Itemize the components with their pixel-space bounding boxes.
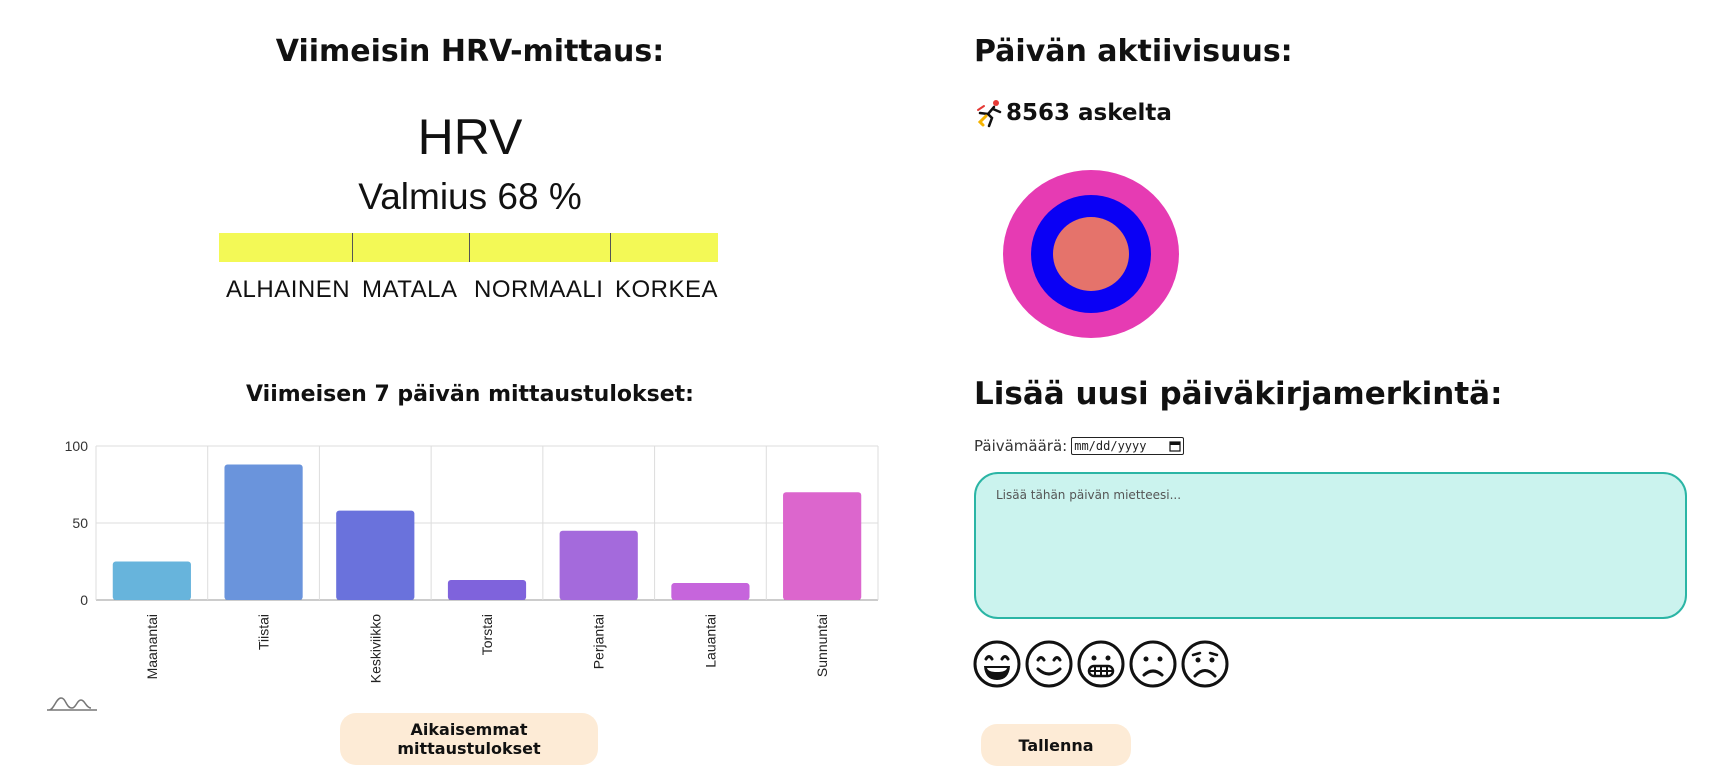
x-tick-label: Torstai	[479, 614, 495, 655]
level-divider	[352, 233, 353, 262]
save-button[interactable]: Tallenna	[981, 724, 1131, 766]
readiness-value: Valmius 68 %	[358, 176, 582, 217]
bar-chart: 0 50 100 Maanantai Tiistai Keskiviikko Torstai…	[65, 438, 879, 683]
diary-section-title: Lisää uusi päiväkirjamerkintä:	[974, 376, 1503, 412]
x-tick-label: Sunnuntai	[814, 614, 830, 677]
y-tick-label: 50	[72, 515, 88, 531]
hrv-label: HRV	[417, 109, 523, 165]
history-button[interactable]: Aikaisemmat mittaustulokset	[340, 713, 598, 765]
date-input[interactable]: mm/dd/yyyy	[1071, 437, 1185, 455]
bar	[224, 464, 303, 600]
very-happy-face-icon[interactable]	[973, 640, 1021, 688]
level-divider	[610, 233, 611, 262]
wave-icon	[47, 697, 97, 711]
date-placeholder: mm/dd/yyyy	[1074, 439, 1147, 453]
bar	[112, 561, 191, 600]
x-tick-label: Perjantai	[591, 614, 607, 669]
grimace-face-icon[interactable]	[1077, 640, 1125, 688]
level-label-high: KORKEA	[615, 276, 719, 303]
bar	[559, 530, 638, 600]
chart-title: Viimeisen 7 päivän mittaustulokset:	[246, 382, 694, 407]
running-icon	[977, 100, 1002, 128]
x-tick-label: Maanantai	[144, 614, 160, 679]
y-tick-label: 100	[65, 438, 89, 454]
calendar-icon[interactable]	[1169, 440, 1181, 452]
x-tick-label: Lauantai	[702, 614, 718, 668]
bar	[336, 510, 415, 600]
level-divider	[469, 233, 470, 262]
happy-face-icon[interactable]	[1025, 640, 1073, 688]
diary-textarea[interactable]	[974, 472, 1687, 619]
sad-face-icon[interactable]	[1129, 640, 1177, 688]
steps-count: 8563 askelta	[1006, 100, 1172, 126]
level-label-lower: MATALA	[362, 276, 458, 303]
activity-rings	[1003, 170, 1179, 338]
hrv-level-bar	[219, 233, 718, 262]
activity-section-title: Päivän aktiivisuus:	[974, 34, 1293, 69]
very-sad-face-icon[interactable]	[1181, 640, 1229, 688]
date-label: Päivämäärä:	[974, 437, 1068, 455]
date-row: Päivämäärä: mm/dd/yyyy	[974, 437, 1185, 455]
x-tick-label: Tiistai	[256, 614, 272, 650]
bar	[671, 583, 750, 600]
level-label-low: ALHAINEN	[226, 276, 351, 303]
activity-ring-inner	[1053, 217, 1129, 291]
bar	[783, 492, 862, 600]
mood-selector	[973, 640, 1229, 688]
bar	[447, 579, 527, 600]
y-tick-label: 0	[80, 592, 88, 608]
x-tick-label: Keskiviikko	[367, 614, 383, 683]
steps-row: 8563 askelta	[974, 98, 1172, 128]
level-label-normal: NORMAALI	[474, 276, 604, 303]
hrv-section-title: Viimeisin HRV-mittaus:	[275, 34, 665, 69]
